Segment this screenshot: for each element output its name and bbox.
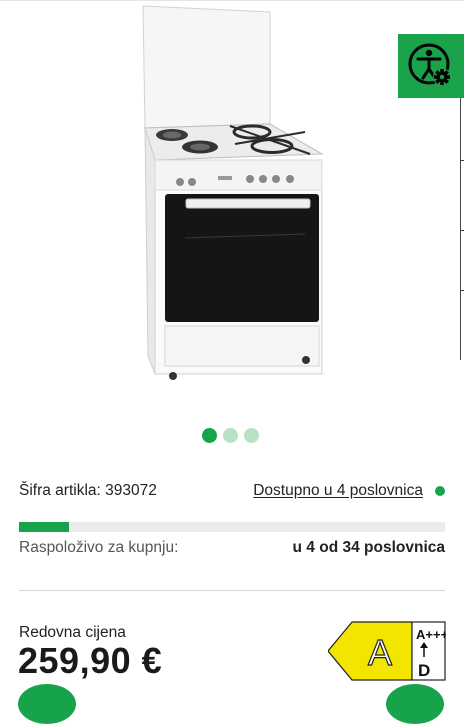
stock-row: Raspoloživo za kupnju: u 4 od 34 poslovn… bbox=[19, 539, 445, 559]
thumbnail-divider bbox=[460, 290, 464, 291]
top-divider bbox=[0, 0, 464, 1]
thumbnail-divider bbox=[460, 230, 464, 231]
product-image bbox=[142, 5, 324, 380]
stock-progress-bar bbox=[19, 522, 445, 532]
accessibility-button[interactable] bbox=[398, 34, 464, 98]
stock-label: Raspoloživo za kupnju: bbox=[19, 539, 179, 556]
energy-label[interactable]: A A+++ D bbox=[328, 621, 446, 681]
bottom-action-button-left[interactable] bbox=[18, 684, 76, 724]
gallery-dot-2[interactable] bbox=[223, 428, 238, 443]
gallery-dot-1[interactable] bbox=[202, 428, 217, 443]
availability-link[interactable]: Dostupno u 4 poslovnica bbox=[253, 482, 423, 500]
energy-class: A bbox=[368, 632, 392, 673]
thumbnail-divider bbox=[460, 160, 464, 161]
bottom-action-button-right[interactable] bbox=[386, 684, 444, 724]
gallery-pagination bbox=[202, 428, 259, 443]
stock-value: u 4 od 34 poslovnica bbox=[292, 539, 445, 556]
gallery-dot-3[interactable] bbox=[244, 428, 259, 443]
price: 259,90 € bbox=[18, 640, 163, 681]
section-divider bbox=[19, 590, 445, 591]
availability-status-dot bbox=[435, 486, 445, 496]
thumbnail-strip bbox=[460, 60, 464, 360]
accessibility-gear-icon bbox=[408, 43, 451, 86]
stock-progress-fill bbox=[19, 522, 70, 532]
energy-scale-top: A+++ bbox=[416, 627, 446, 642]
sku-row: Šifra artikla: 393072 Dostupno u 4 poslo… bbox=[19, 482, 445, 502]
energy-scale-bottom: D bbox=[418, 661, 430, 680]
sku-text: Šifra artikla: 393072 bbox=[19, 482, 157, 499]
